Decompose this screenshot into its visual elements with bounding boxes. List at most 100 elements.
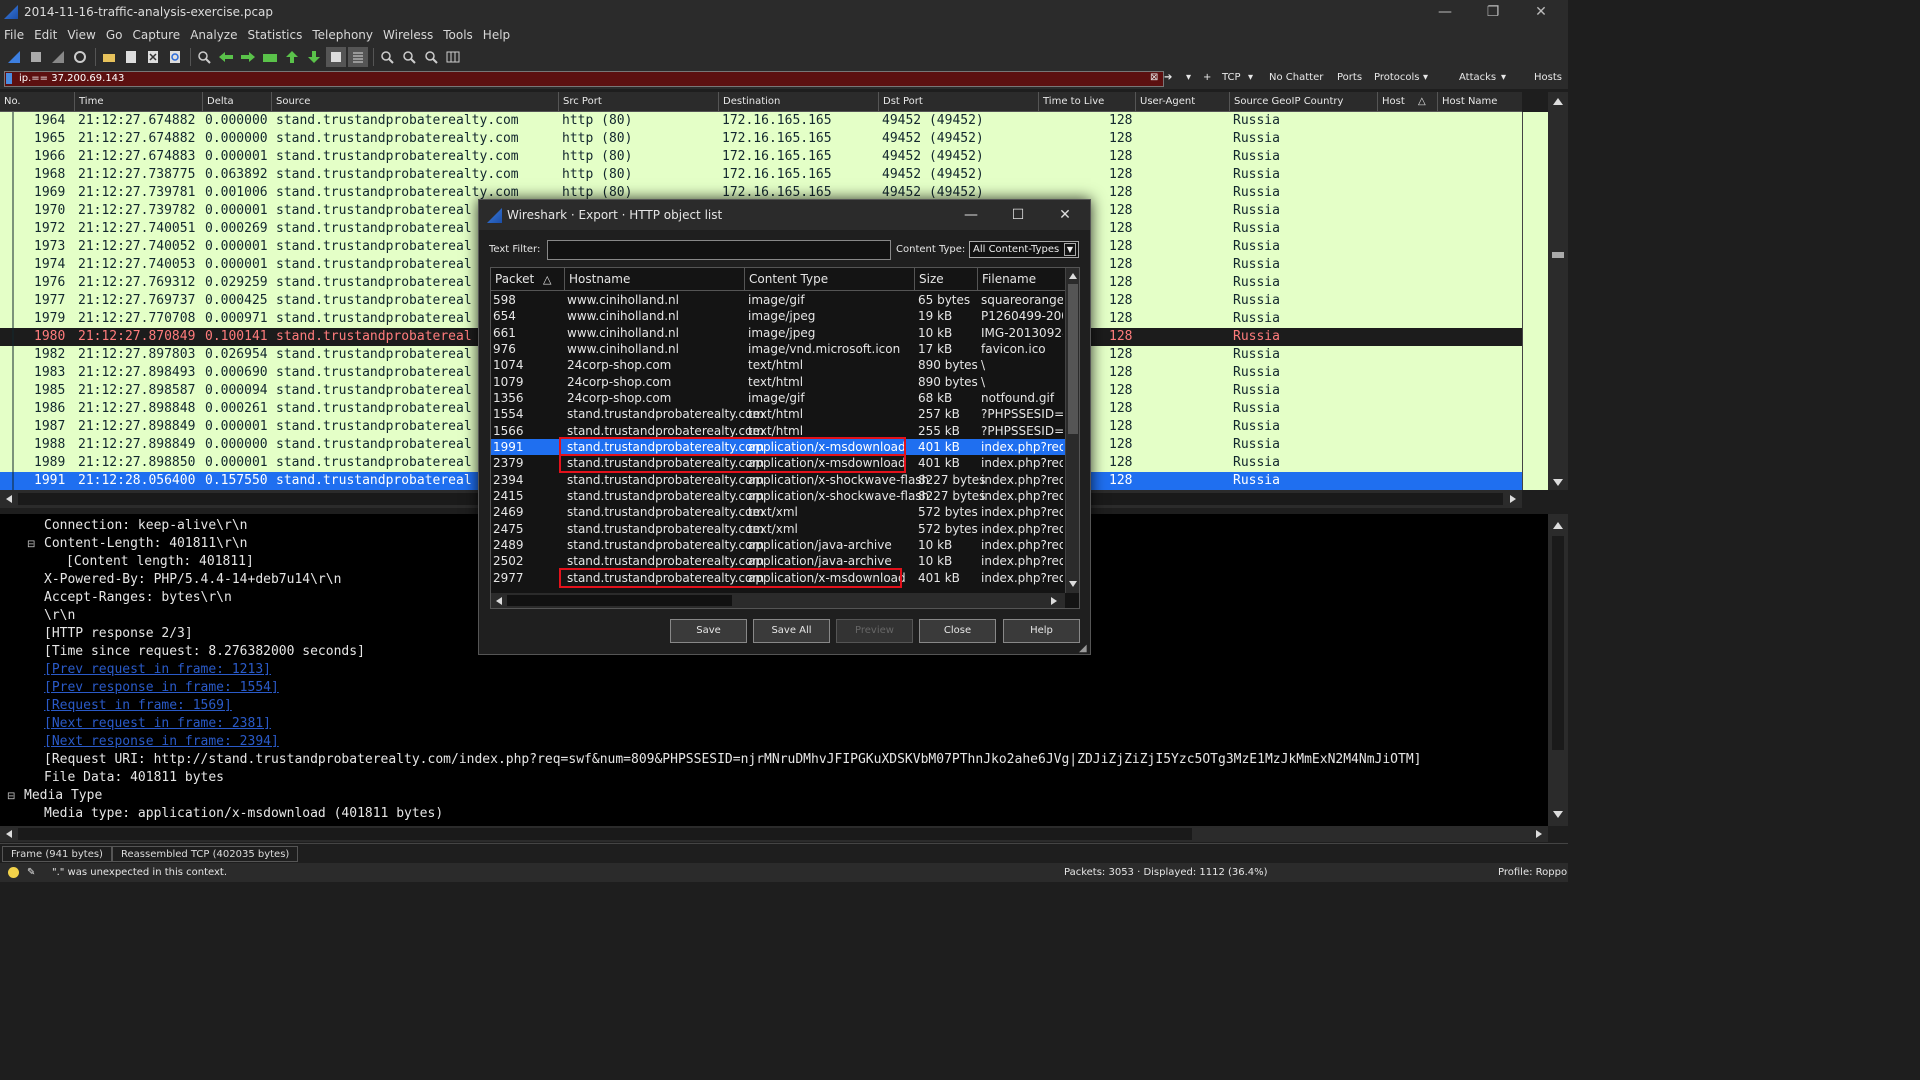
column-header-size[interactable]: Size	[915, 268, 978, 291]
menu-wireless[interactable]: Wireless	[383, 28, 433, 42]
column-header-source[interactable]: Source	[272, 92, 559, 112]
object-row[interactable]: 2394 stand.trustandprobaterealty.com appli…	[491, 472, 1065, 488]
scrollbar-thumb[interactable]	[1552, 536, 1564, 750]
reload-file-icon[interactable]	[165, 47, 185, 67]
display-filter-input[interactable]: ip.== 37.200.69.143	[4, 71, 1164, 87]
profile-label[interactable]: Profile: Roppo	[1498, 863, 1567, 882]
scrollbar-thumb[interactable]	[18, 828, 1192, 840]
media-type-section[interactable]: Media Type	[24, 787, 102, 805]
menu-view[interactable]: View	[67, 28, 95, 42]
go-forward-icon[interactable]	[238, 47, 258, 67]
apply-filter-icon[interactable]: ➔	[1164, 72, 1172, 83]
close-window-button[interactable]: ✕	[1518, 0, 1564, 24]
scrollbar-thumb[interactable]	[1552, 252, 1564, 258]
request-uri-line[interactable]: [Request URI: http://stand.trustandproba…	[44, 751, 1422, 769]
resize-columns-icon[interactable]	[443, 47, 463, 67]
object-row[interactable]: 1079 24corp-shop.com text/html 890 bytes \	[491, 374, 1065, 390]
scrollbar-thumb[interactable]	[507, 595, 732, 606]
scroll-left-icon[interactable]	[494, 596, 503, 606]
object-row[interactable]: 2489 stand.trustandprobaterealty.com appli…	[491, 537, 1065, 553]
wireshark-fin-icon[interactable]	[4, 47, 24, 67]
zoom-normal-icon[interactable]	[421, 47, 441, 67]
filter-button-no-chatter[interactable]: No Chatter	[1269, 72, 1323, 83]
filter-button-hosts[interactable]: Hosts	[1534, 72, 1562, 83]
column-header-geoip[interactable]: Source GeoIP Country	[1230, 92, 1378, 112]
clear-filter-icon[interactable]: ⊠	[1150, 72, 1158, 83]
tab-frame[interactable]: Frame (941 bytes)	[2, 846, 112, 862]
menu-edit[interactable]: Edit	[34, 28, 57, 42]
restart-capture-icon[interactable]	[48, 47, 68, 67]
object-row[interactable]: 654 www.ciniholland.nl image/jpeg 19 kB P126…	[491, 308, 1065, 324]
object-row[interactable]: 976 www.ciniholland.nl image/vnd.microsoft…	[491, 341, 1065, 357]
detail-line[interactable]: [Time since request: 8.276382000 seconds…	[44, 643, 365, 661]
minimize-button[interactable]: —	[1422, 0, 1468, 24]
expert-info-icon[interactable]	[8, 867, 19, 878]
go-to-packet-icon[interactable]	[260, 47, 280, 67]
collapse-icon[interactable]: ⊟	[27, 539, 35, 550]
chevron-down-icon[interactable]: ▼	[1064, 243, 1076, 256]
details-hscrollbar[interactable]	[0, 826, 1548, 842]
menu-go[interactable]: Go	[106, 28, 123, 42]
object-row[interactable]: 1554 stand.trustandprobaterealty.com text/…	[491, 406, 1065, 422]
colorize-icon[interactable]	[348, 47, 368, 67]
object-row[interactable]: 598 www.ciniholland.nl image/gif 65 bytes sq…	[491, 292, 1065, 308]
last-packet-icon[interactable]	[304, 47, 324, 67]
add-filter-button-icon[interactable]: +	[1203, 72, 1211, 83]
prev-response-link[interactable]: [Prev response in frame: 1554]	[44, 679, 279, 697]
column-header-delta[interactable]: Delta	[203, 92, 272, 112]
column-header-content-type[interactable]: Content Type	[745, 268, 915, 291]
filter-bookmark-icon[interactable]	[6, 73, 12, 84]
menu-telephony[interactable]: Telephony	[312, 28, 373, 42]
request-link[interactable]: [Request in frame: 1569]	[44, 697, 232, 715]
chevron-down-icon[interactable]: ▾	[1423, 72, 1428, 83]
zoom-in-icon[interactable]	[377, 47, 397, 67]
go-back-icon[interactable]	[216, 47, 236, 67]
preview-button[interactable]: Preview	[836, 619, 913, 643]
object-row[interactable]: 2415 stand.trustandprobaterealty.com appli…	[491, 488, 1065, 504]
scrollbar-thumb[interactable]	[1068, 284, 1078, 434]
details-scrollbar[interactable]	[1548, 514, 1568, 826]
find-packet-icon[interactable]	[194, 47, 214, 67]
packet-list-scrollbar[interactable]	[1548, 92, 1568, 490]
scroll-right-icon[interactable]	[1508, 494, 1518, 504]
detail-line[interactable]: Accept-Ranges: bytes\r\n	[44, 589, 232, 607]
object-row[interactable]: 1074 24corp-shop.com text/html 890 bytes \	[491, 357, 1065, 373]
detail-line[interactable]: \r\n	[44, 607, 75, 625]
scroll-up-icon[interactable]	[1068, 271, 1078, 280]
column-header-host-name[interactable]: Host Name	[1438, 92, 1522, 112]
scroll-left-icon[interactable]	[4, 829, 14, 839]
column-header-time[interactable]: Time	[75, 92, 203, 112]
column-header-host[interactable]: Host △	[1378, 92, 1438, 112]
close-button[interactable]: Close	[919, 619, 996, 643]
filter-dropdown-icon[interactable]: ▾	[1186, 72, 1191, 83]
stop-capture-icon[interactable]	[26, 47, 46, 67]
scroll-down-icon[interactable]	[1552, 478, 1564, 488]
edit-comment-icon[interactable]: ✎	[27, 863, 35, 882]
open-file-icon[interactable]	[99, 47, 119, 67]
detail-line[interactable]: Connection: keep-alive\r\n	[44, 517, 248, 535]
scroll-up-icon[interactable]	[1552, 520, 1564, 530]
scroll-down-icon[interactable]	[1068, 580, 1078, 589]
zoom-out-icon[interactable]	[399, 47, 419, 67]
capture-options-icon[interactable]	[70, 47, 90, 67]
collapse-icon[interactable]: ⊟	[7, 791, 15, 802]
object-row[interactable]: 2475 stand.trustandprobaterealty.com text/…	[491, 521, 1065, 537]
menu-tools[interactable]: Tools	[443, 28, 473, 42]
tab-reassembled-tcp[interactable]: Reassembled TCP (402035 bytes)	[112, 846, 299, 862]
filter-button-protocols[interactable]: Protocols	[1374, 72, 1420, 83]
object-row[interactable]: 2502 stand.trustandprobaterealty.com appli…	[491, 553, 1065, 569]
next-request-link[interactable]: [Next request in frame: 2381]	[44, 715, 271, 733]
help-button[interactable]: Help	[1003, 619, 1080, 643]
scroll-right-icon[interactable]	[1049, 596, 1058, 606]
column-header-destination[interactable]: Destination	[719, 92, 879, 112]
next-response-link[interactable]: [Next response in frame: 2394]	[44, 733, 279, 751]
packet-row[interactable]: 1964 21:12:27.674882 0.000000 stand.trustan…	[0, 112, 1522, 130]
detail-line[interactable]: File Data: 401811 bytes	[44, 769, 224, 787]
maximize-button[interactable]: ❐	[1470, 0, 1516, 24]
dialog-close-icon[interactable]: ✕	[1042, 200, 1088, 230]
column-header-dst-port[interactable]: Dst Port	[879, 92, 1039, 112]
column-header-no[interactable]: No.	[0, 92, 75, 112]
column-header-src-port[interactable]: Src Port	[559, 92, 719, 112]
dialog-minimize-icon[interactable]: —	[948, 200, 994, 230]
menu-statistics[interactable]: Statistics	[247, 28, 302, 42]
